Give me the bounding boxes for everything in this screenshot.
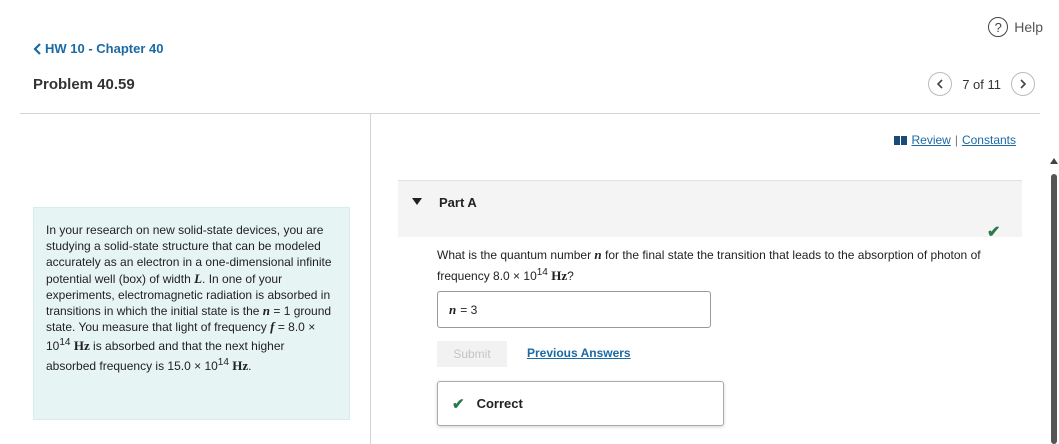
constants-link[interactable]: Constants	[962, 133, 1016, 147]
problem-statement: In your research on new solid-state devi…	[33, 207, 350, 420]
back-link-label: HW 10 - Chapter 40	[45, 41, 164, 56]
pager: 7 of 11	[928, 72, 1035, 96]
submit-button[interactable]: Submit	[437, 341, 507, 367]
question-circle-icon: ?	[988, 17, 1009, 37]
help-label: Help	[1014, 19, 1043, 35]
next-problem-button[interactable]	[1011, 72, 1035, 96]
scrollbar-thumb[interactable]	[1051, 174, 1057, 444]
unit-hz: Hz	[551, 268, 568, 283]
previous-problem-button[interactable]	[928, 72, 953, 96]
header-divider	[20, 113, 1040, 114]
answer-variable: n	[449, 301, 457, 317]
feedback-box: ✔ Correct	[437, 381, 724, 426]
answer-equals: =	[460, 302, 468, 317]
part-label: Part A	[439, 195, 477, 210]
page-title: Problem 40.59	[33, 76, 135, 93]
panel-divider	[370, 113, 371, 444]
var-n: n	[262, 303, 271, 319]
statement-text: In your research on new solid-state devi…	[46, 223, 332, 286]
review-link[interactable]: Review	[911, 133, 950, 147]
review-constants-links: Review | Constants	[894, 133, 1016, 147]
unit-hz: Hz	[232, 357, 249, 373]
question-part: What is the quantum number	[437, 248, 595, 262]
var-l: L	[194, 270, 203, 286]
collapse-triangle-icon[interactable]	[412, 198, 422, 205]
var-n: n	[594, 247, 602, 262]
chevron-left-icon	[33, 42, 41, 55]
exponent: 14	[59, 337, 71, 349]
previous-answers-link[interactable]: Previous Answers	[527, 346, 631, 360]
chevron-right-icon	[1020, 79, 1027, 89]
exponent: 14	[536, 267, 548, 278]
question-part: ?	[567, 269, 574, 283]
answer-value: 3	[470, 302, 478, 317]
feedback-label: Correct	[476, 396, 523, 411]
unit-hz: Hz	[73, 338, 90, 354]
chevron-left-icon	[937, 79, 943, 89]
question-text: What is the quantum number n for the fin…	[437, 246, 1027, 285]
link-separator: |	[954, 133, 958, 147]
checkmark-icon: ✔	[452, 395, 465, 413]
help-button[interactable]: ? Help	[988, 17, 1043, 37]
book-icon	[894, 135, 908, 145]
scroll-up-arrow-icon[interactable]	[1050, 158, 1058, 164]
checkmark-icon: ✔	[987, 224, 1001, 241]
part-a-header[interactable]	[398, 180, 1022, 237]
exponent: 14	[217, 356, 229, 368]
pager-text: 7 of 11	[962, 76, 1001, 92]
statement-text: .	[248, 358, 252, 373]
back-link[interactable]: HW 10 - Chapter 40	[33, 41, 163, 56]
answer-field[interactable]: n = 3	[437, 291, 711, 328]
